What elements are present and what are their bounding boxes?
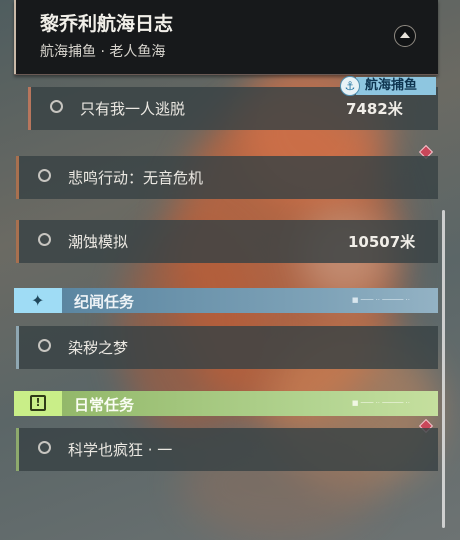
anchor-icon: ⚓ bbox=[340, 76, 360, 96]
category-decoration: ■ ─── ·· ───── ·· bbox=[351, 399, 410, 407]
task-status-circle-icon bbox=[38, 169, 51, 182]
task-item[interactable]: 潮蚀模拟 10507米 bbox=[16, 220, 438, 263]
quest-subtitle: 航海捕鱼 · 老人鱼海 bbox=[40, 44, 166, 60]
scrollbar[interactable] bbox=[442, 210, 445, 528]
quest-header[interactable]: 黎乔利航海日志 航海捕鱼 · 老人鱼海 bbox=[14, 0, 438, 75]
task-item[interactable]: 染秽之梦 bbox=[16, 326, 438, 369]
task-color-bar bbox=[16, 326, 19, 369]
sparkle-icon: ✦ bbox=[31, 291, 45, 310]
task-name: 科学也疯狂 · 一 bbox=[68, 441, 173, 459]
category-decoration: ■ ─── ·· ───── ·· bbox=[351, 296, 410, 304]
task-name: 悲鸣行动：无音危机 bbox=[68, 169, 204, 187]
tag-label: 航海捕鱼 bbox=[356, 77, 436, 95]
collapse-button[interactable] bbox=[394, 25, 416, 47]
task-item[interactable]: 悲鸣行动：无音危机 bbox=[16, 156, 438, 199]
task-item[interactable]: 科学也疯狂 · 一 bbox=[16, 428, 438, 471]
quest-log-panel: 黎乔利航海日志 航海捕鱼 · 老人鱼海 只有我一人逃脱 7482米 航海捕鱼 ⚓… bbox=[0, 0, 460, 540]
task-distance: 10507米 bbox=[348, 233, 416, 251]
quest-title: 黎乔利航海日志 bbox=[40, 13, 174, 35]
category-header-lore[interactable]: ✦ 纪闻任务 ■ ─── ·· ───── ·· bbox=[14, 288, 438, 313]
alert-icon: ! bbox=[30, 395, 46, 411]
task-color-bar bbox=[16, 156, 19, 199]
task-color-bar bbox=[16, 428, 19, 471]
task-name: 只有我一人逃脱 bbox=[80, 100, 186, 118]
task-status-circle-icon bbox=[38, 339, 51, 352]
task-status-circle-icon bbox=[38, 441, 51, 454]
task-status-circle-icon bbox=[38, 233, 51, 246]
task-name: 染秽之梦 bbox=[68, 339, 129, 357]
quest-type-tag: 航海捕鱼 ⚓ bbox=[340, 76, 437, 96]
task-color-bar bbox=[28, 87, 31, 130]
task-distance: 7482米 bbox=[346, 100, 403, 118]
category-label: 纪闻任务 bbox=[74, 293, 135, 311]
category-icon-box: ✦ bbox=[14, 288, 62, 313]
task-status-circle-icon bbox=[50, 100, 63, 113]
category-icon-box: ! bbox=[14, 391, 62, 416]
category-label: 日常任务 bbox=[74, 396, 135, 414]
task-color-bar bbox=[16, 220, 19, 263]
task-name: 潮蚀模拟 bbox=[68, 233, 129, 251]
category-header-daily[interactable]: ! 日常任务 ■ ─── ·· ───── ·· bbox=[14, 391, 438, 416]
